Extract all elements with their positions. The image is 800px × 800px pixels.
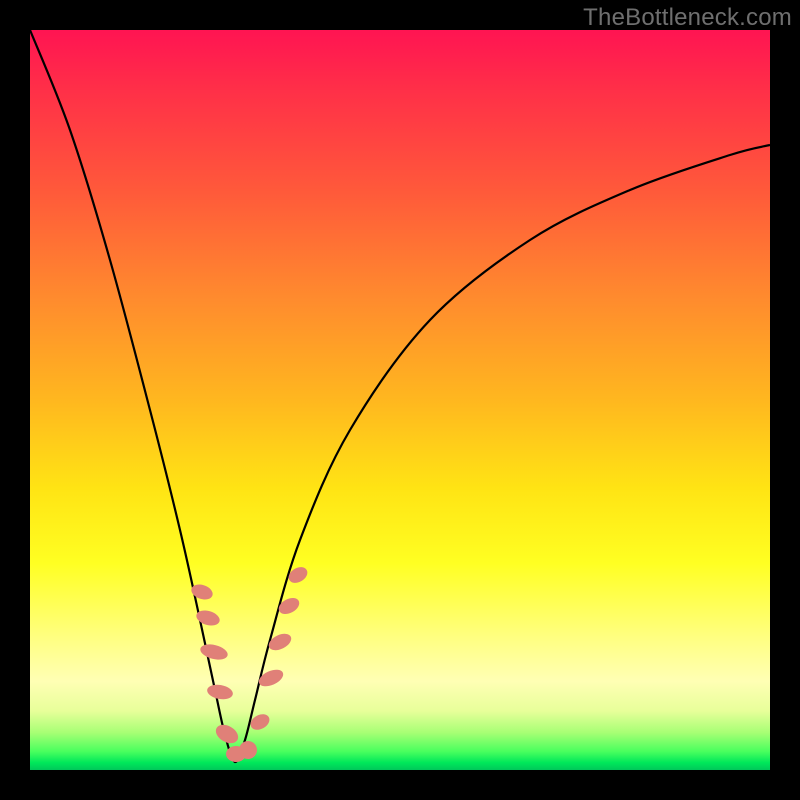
bead (206, 683, 234, 701)
bead (286, 564, 310, 586)
chart-frame: TheBottleneck.com (0, 0, 800, 800)
bottleneck-curve-svg (30, 30, 770, 770)
bead (199, 642, 230, 662)
bead (266, 630, 294, 653)
bead (276, 595, 302, 618)
bottleneck-curve (30, 30, 770, 762)
curve-beads (189, 564, 310, 763)
plot-area (30, 30, 770, 770)
watermark-text: TheBottleneck.com (583, 4, 792, 32)
bead (256, 666, 285, 689)
